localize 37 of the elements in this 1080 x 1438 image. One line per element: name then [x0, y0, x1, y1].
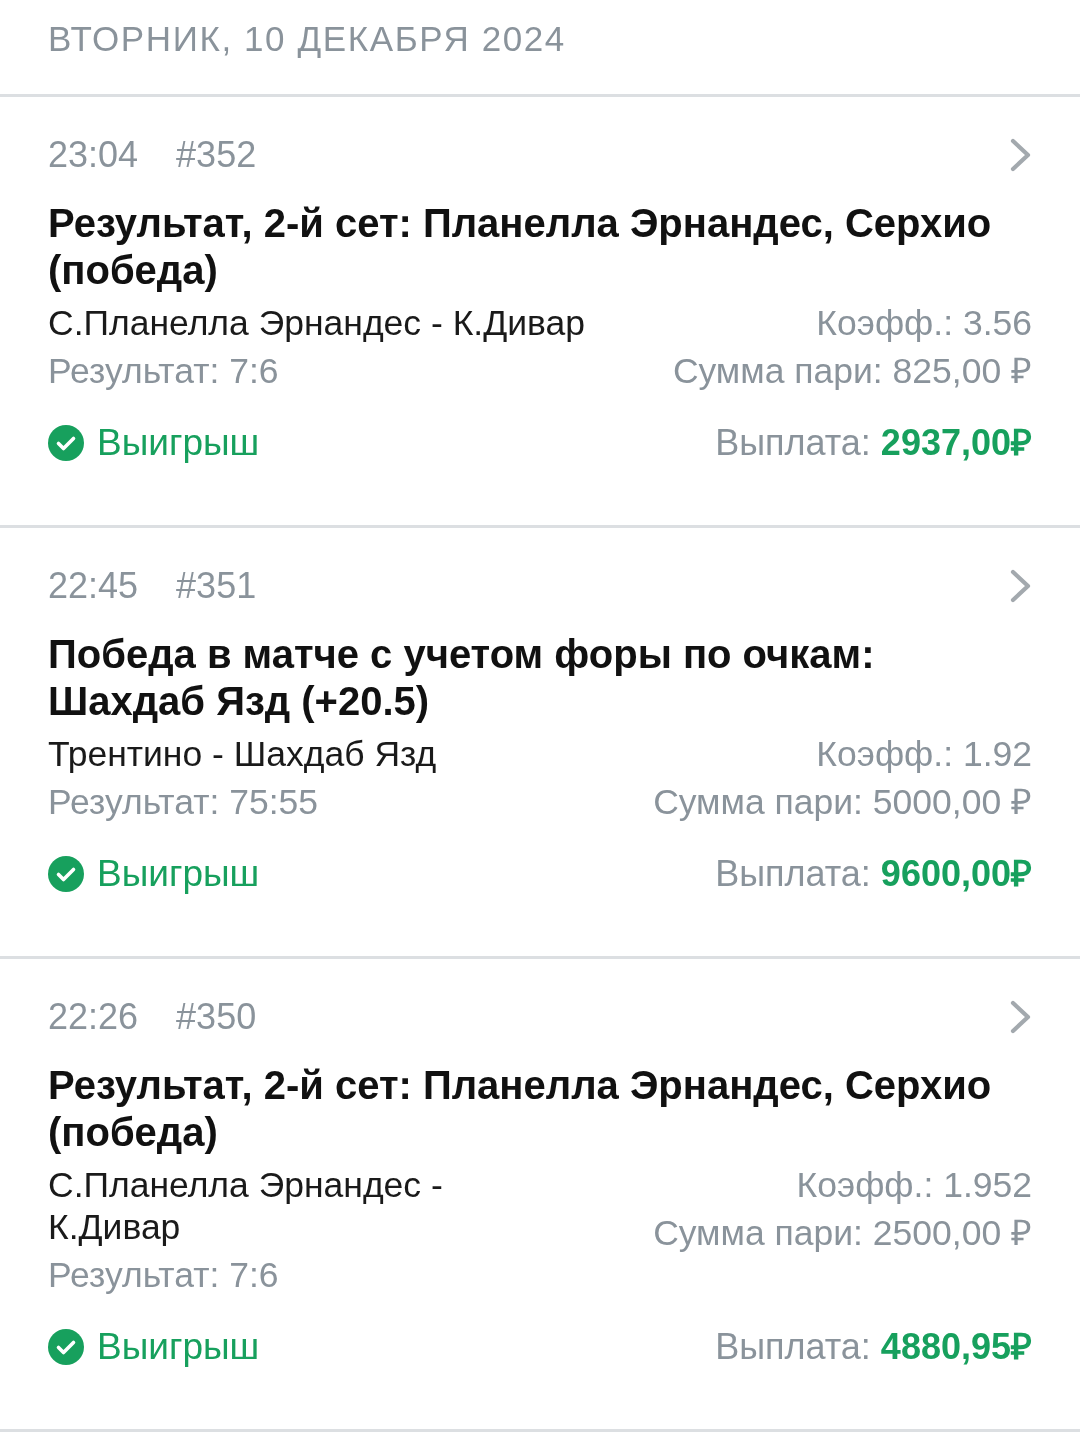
match-name: С.Планелла Эрнандес - К.Дивар: [48, 1164, 444, 1248]
bet-time: 23:04: [48, 135, 139, 175]
bet-time: 22:26: [48, 997, 139, 1037]
match-name: С.Планелла Эрнандес - К.Дивар: [48, 302, 585, 344]
status-label: Выигрыш: [97, 852, 260, 896]
payout-label: Выплата:: [715, 421, 871, 465]
match-result: Результат: 75:55: [48, 781, 319, 823]
chevron-right-icon[interactable]: [1010, 569, 1032, 603]
match-result: Результат: 7:6: [48, 1254, 280, 1296]
bet-number: #350: [176, 997, 257, 1037]
status-label: Выигрыш: [97, 1325, 260, 1369]
check-circle-icon: [48, 425, 84, 461]
payout-amount: 4880,95₽: [880, 1325, 1032, 1369]
chevron-right-icon[interactable]: [1010, 1000, 1032, 1034]
payout-label: Выплата:: [715, 1325, 871, 1369]
match-result: Результат: 7:6: [48, 350, 280, 392]
check-circle-icon: [48, 856, 84, 892]
odds-text: Коэфф.: 1.952: [796, 1164, 1032, 1206]
date-header: ВТОРНИК, 10 ДЕКАБРЯ 2024: [48, 19, 566, 59]
odds-text: Коэфф.: 1.92: [816, 733, 1032, 775]
chevron-right-icon[interactable]: [1010, 138, 1032, 172]
stake-text: Сумма пари: 825,00 ₽: [672, 350, 1032, 392]
check-circle-icon: [48, 1329, 84, 1365]
bet-time: 22:45: [48, 566, 139, 606]
bet-title: Победа в матче с учетом форы по очкам: Шахдаб Язд (+20.5): [48, 631, 876, 725]
payout-amount: 9600,00₽: [880, 852, 1032, 896]
payout-label: Выплата:: [715, 852, 871, 896]
payout-amount: 2937,00₽: [880, 421, 1032, 465]
status-label: Выигрыш: [97, 421, 260, 465]
bet-number: #351: [176, 566, 257, 606]
match-name: Трентино - Шахдаб Язд: [48, 733, 437, 775]
bet-number: #352: [176, 135, 257, 175]
stake-text: Сумма пари: 2500,00 ₽: [653, 1212, 1032, 1254]
odds-text: Коэфф.: 3.56: [816, 302, 1032, 344]
bet-title: Результат, 2-й сет: Планелла Эрнандес, Серхио (победа): [48, 200, 993, 294]
bet-title: Результат, 2-й сет: Планелла Эрнандес, Серхио (победа): [48, 1062, 993, 1156]
stake-text: Сумма пари: 5000,00 ₽: [653, 781, 1032, 823]
